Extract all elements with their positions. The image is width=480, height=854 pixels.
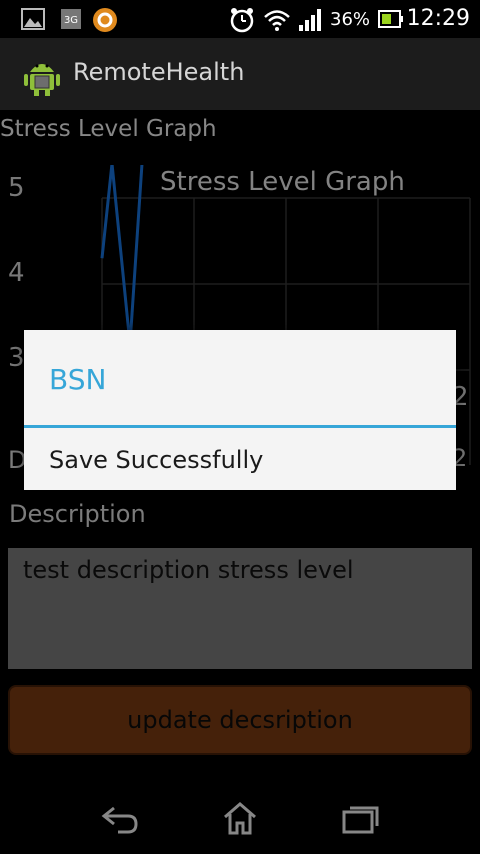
action-bar: RemoteHealth — [0, 38, 480, 110]
alarm-clock-icon — [230, 8, 254, 33]
battery-icon — [378, 10, 403, 28]
signal-strength-icon — [299, 9, 321, 31]
dialog-message: Save Successfully — [49, 446, 264, 474]
network-3g-icon: 3G — [61, 9, 81, 29]
dialog-title: BSN — [49, 363, 107, 396]
gallery-notification-icon — [21, 8, 45, 30]
app-title: RemoteHealth — [73, 58, 245, 86]
alert-dialog: BSN Save Successfully — [24, 330, 456, 490]
status-bar: 3G 36% 12:29 — [0, 0, 480, 38]
app-notification-icon — [93, 8, 117, 32]
battery-percent: 36% — [330, 9, 371, 30]
wifi-icon — [264, 10, 290, 31]
android-app-icon — [24, 64, 60, 96]
dialog-title-divider — [24, 425, 456, 428]
clock-time: 12:29 — [406, 6, 470, 31]
svg-text:3G: 3G — [64, 15, 78, 26]
